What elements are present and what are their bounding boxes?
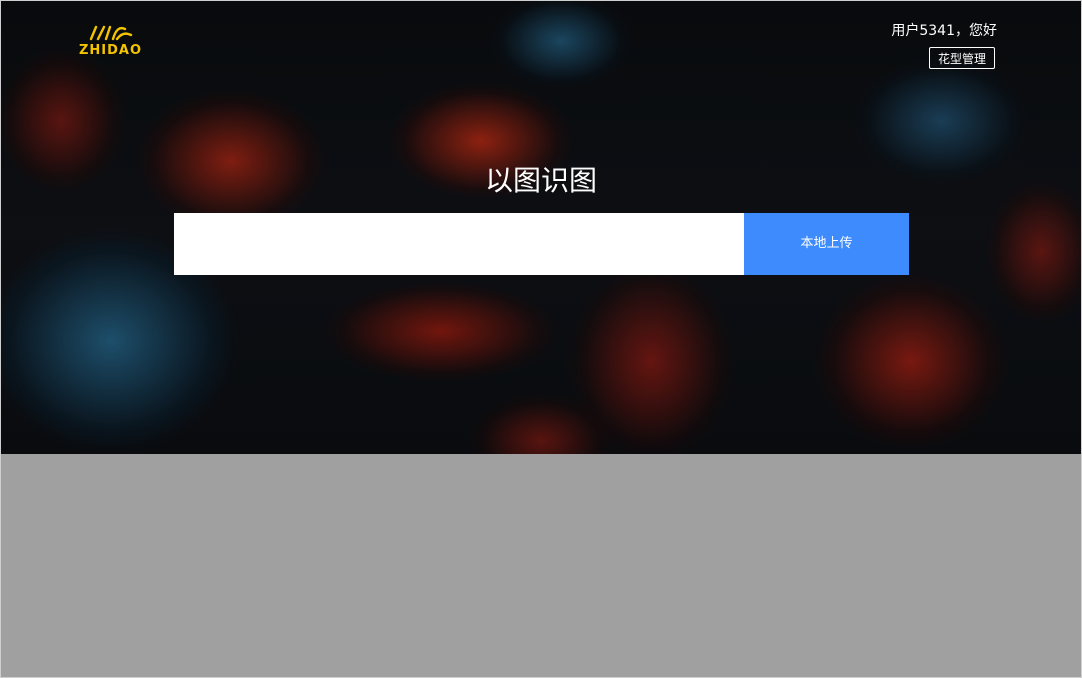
local-upload-button[interactable]: 本地上传 xyxy=(744,213,909,275)
pattern-management-button[interactable]: 花型管理 xyxy=(929,47,995,69)
app-frame: ZHIDAO 用户5341，您好 花型管理 以图识图 本地上传 xyxy=(0,0,1082,678)
page-title: 以图识图 xyxy=(484,164,597,197)
content-area xyxy=(1,454,1081,677)
image-search-input[interactable] xyxy=(174,213,744,275)
logo-text: ZHIDAO xyxy=(79,43,143,58)
logo[interactable]: ZHIDAO xyxy=(77,21,147,61)
logo-rays-icon xyxy=(89,25,133,41)
user-greeting: 用户5341，您好 xyxy=(891,23,997,39)
